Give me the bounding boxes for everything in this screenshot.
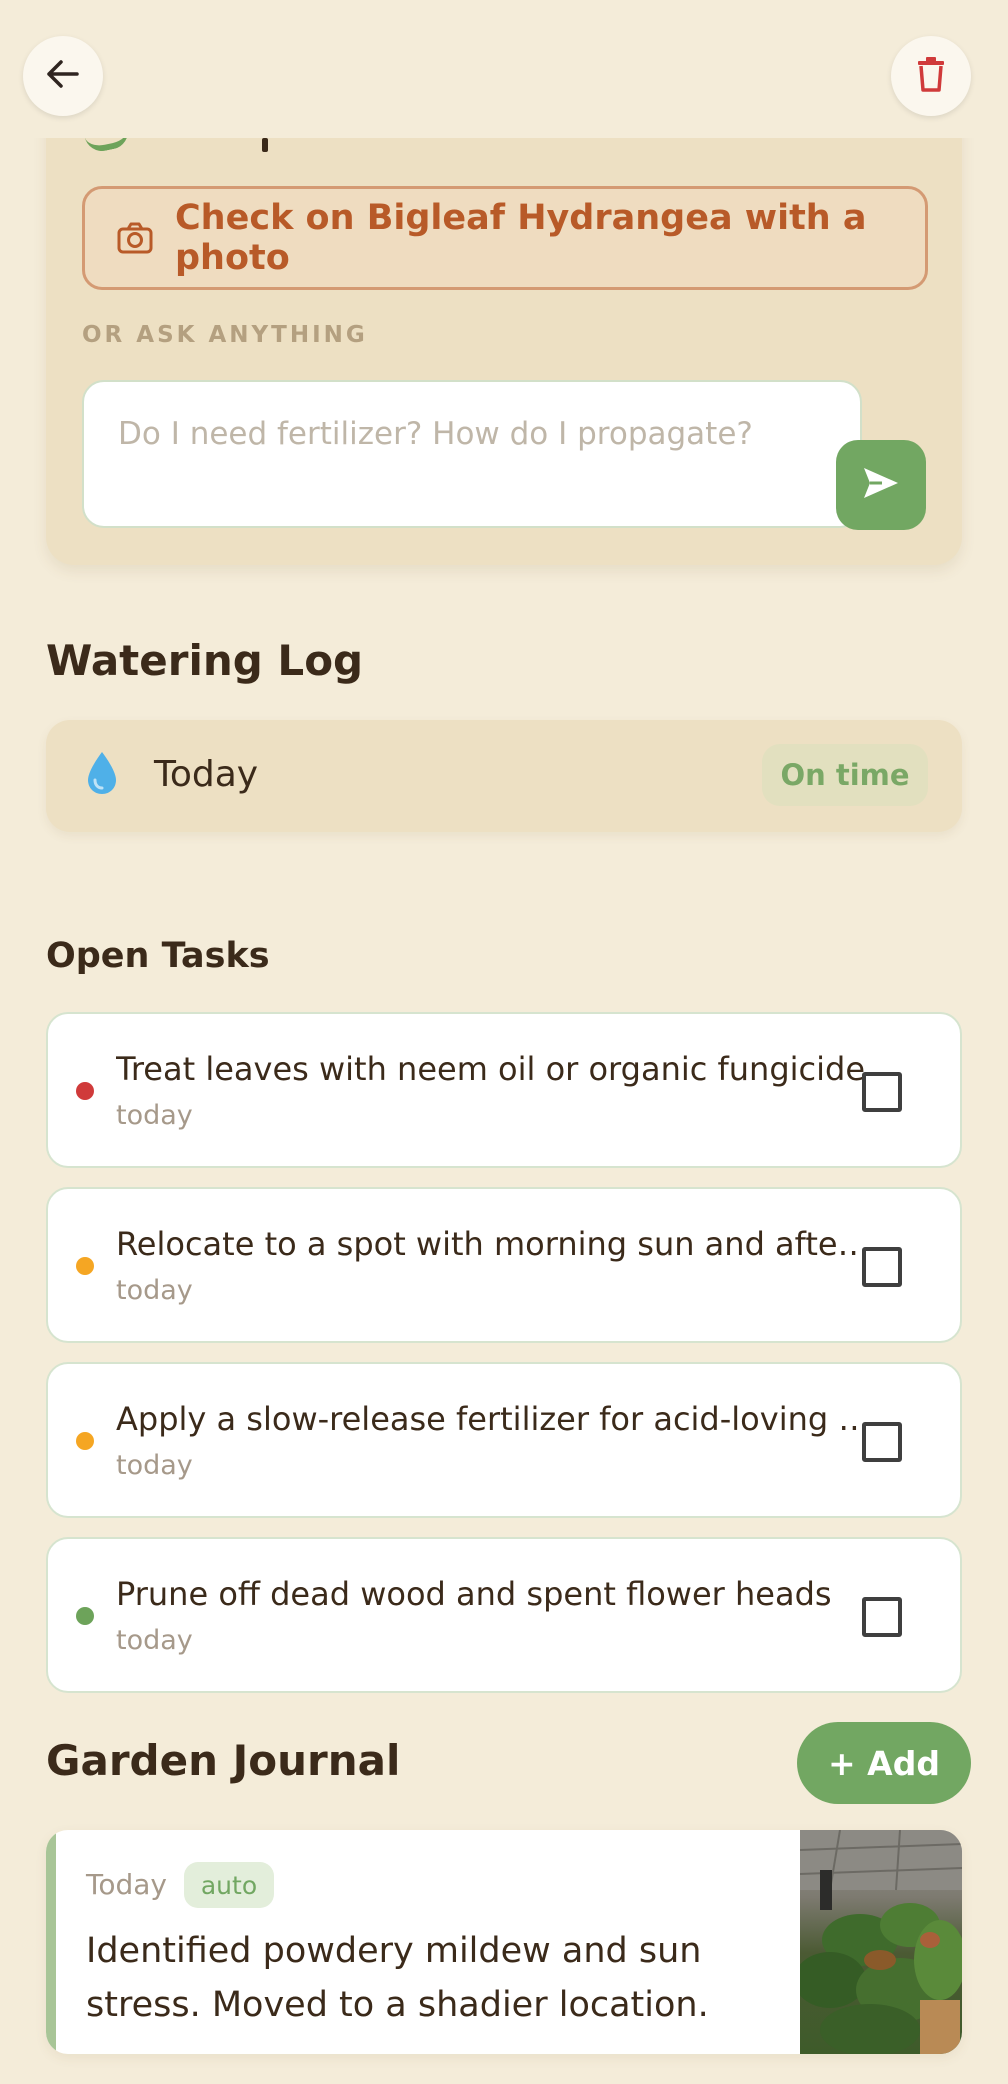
task-label: Prune off dead wood and spent flower hea…: [116, 1575, 832, 1613]
ask-question-input[interactable]: [82, 380, 862, 528]
priority-dot: [76, 1432, 94, 1450]
open-tasks-title: Open Tasks: [46, 936, 270, 976]
task-due: today: [116, 1100, 193, 1131]
watering-status-badge: On time: [762, 744, 928, 806]
journal-accent-bar: [46, 1830, 56, 2054]
task-checkbox[interactable]: [862, 1597, 902, 1637]
task-label: Apply a slow-release fertilizer for acid…: [116, 1400, 876, 1438]
garden-journal-title: Garden Journal: [46, 1736, 401, 1785]
task-checkbox[interactable]: [862, 1422, 902, 1462]
task-due: today: [116, 1625, 193, 1656]
task-due: today: [116, 1275, 193, 1306]
camera-icon: [117, 222, 153, 254]
photo-check-button[interactable]: Check on Bigleaf Hydrangea with a photo: [82, 186, 928, 290]
task-item: Relocate to a spot with morning sun and …: [46, 1187, 962, 1343]
water-drop-icon: [86, 750, 118, 800]
plant-photo: [800, 1830, 962, 2054]
journal-entry-date: Today: [86, 1868, 167, 1901]
watering-date: Today: [154, 754, 259, 795]
task-checkbox[interactable]: [862, 1072, 902, 1112]
priority-dot: [76, 1607, 94, 1625]
task-label: Treat leaves with neem oil or organic fu…: [116, 1050, 866, 1088]
or-ask-anything-label: OR ASK ANYTHING: [82, 322, 368, 348]
add-journal-entry-button[interactable]: + Add: [797, 1722, 971, 1804]
top-bar: [0, 0, 1008, 138]
priority-dot: [76, 1082, 94, 1100]
journal-entry-text: Identified powdery mildew and sun stress…: [86, 1931, 709, 2025]
task-checkbox[interactable]: [862, 1247, 902, 1287]
card-title-fragment: [262, 138, 268, 152]
watering-log-entry: Today On time: [46, 720, 962, 832]
trash-icon: [916, 56, 946, 96]
task-item: Apply a slow-release fertilizer for acid…: [46, 1362, 962, 1518]
priority-dot: [76, 1257, 94, 1275]
ask-plant-card: Check on Bigleaf Hydrangea with a photo …: [46, 90, 962, 565]
task-label: Relocate to a spot with morning sun and …: [116, 1225, 876, 1263]
send-icon: [862, 466, 900, 504]
photo-check-label: Check on Bigleaf Hydrangea with a photo: [175, 198, 867, 278]
send-question-button[interactable]: [836, 440, 926, 530]
task-item: Prune off dead wood and spent flower hea…: [46, 1537, 962, 1693]
back-button[interactable]: [23, 36, 103, 116]
journal-entry[interactable]: Today auto Identified powdery mildew and…: [46, 1830, 962, 2054]
delete-plant-button[interactable]: [891, 36, 971, 116]
watering-log-title: Watering Log: [46, 636, 364, 685]
task-item: Treat leaves with neem oil or organic fu…: [46, 1012, 962, 1168]
journal-auto-badge: auto: [184, 1862, 274, 1908]
task-due: today: [116, 1450, 193, 1481]
back-arrow-icon: [45, 58, 81, 94]
